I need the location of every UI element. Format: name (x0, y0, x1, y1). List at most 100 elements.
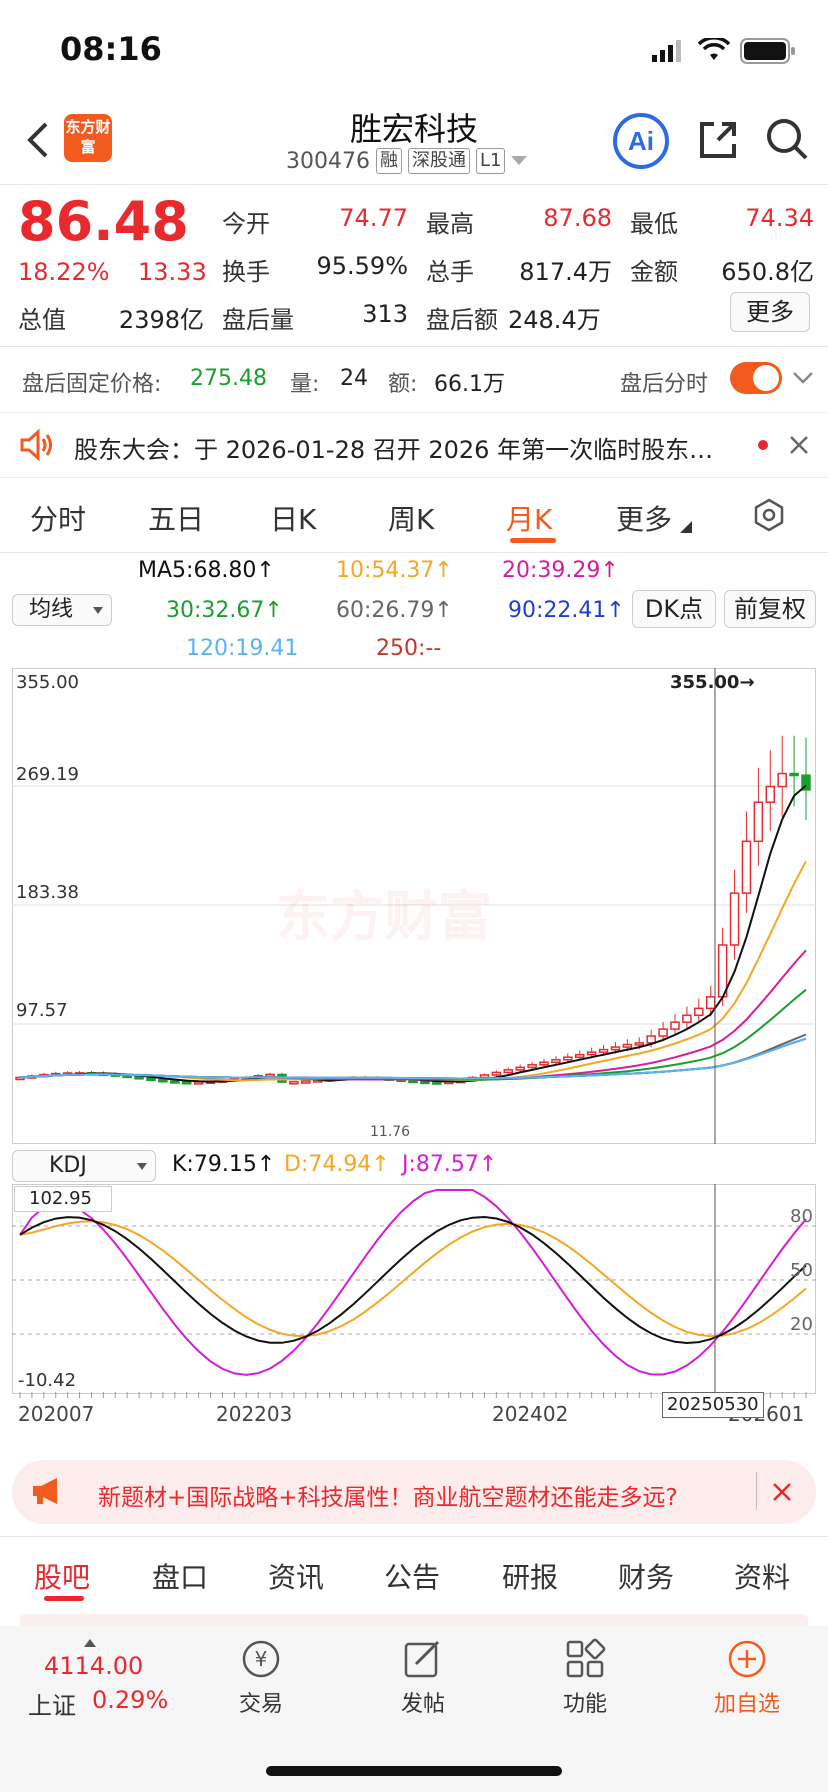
ma250-value: 250:-- (376, 636, 442, 661)
volume-label: 总手 (426, 258, 474, 286)
adjust-button[interactable]: 前复权 (724, 590, 816, 628)
candle-body (420, 1080, 430, 1085)
candle-body (622, 1043, 633, 1048)
kdj-max-label: 102.95 (14, 1186, 112, 1212)
tab-announcements[interactable]: 公告 (384, 1556, 440, 1596)
tab-five-day[interactable]: 五日 (148, 498, 204, 538)
tab-research[interactable]: 研报 (502, 1556, 558, 1596)
signal-icon (652, 40, 686, 66)
ma-selector[interactable]: 均线 (12, 594, 112, 626)
nav-function[interactable]: 功能 (535, 1686, 635, 1718)
kdj-d-value: D:74.94↑ (284, 1152, 390, 1177)
ah-vol-small-value: 24 (340, 366, 368, 391)
close-icon[interactable] (772, 1482, 792, 1506)
speaker-icon (18, 428, 54, 466)
kdj-min-label: -10.42 (18, 1370, 77, 1391)
search-icon[interactable] (764, 116, 810, 166)
high-value: 87.68 (543, 204, 612, 232)
tab-forum[interactable]: 股吧 (34, 1556, 90, 1596)
kdj-level-50: 50 (790, 1260, 813, 1281)
candle-body (563, 1056, 573, 1061)
banner-text[interactable]: 新题材+国际战略+科技属性！商业航空题材还能走多远? (98, 1478, 678, 1512)
notice-text[interactable]: 股东大会：于 2026-01-28 召开 2026 年第一次临时股东… (74, 430, 734, 465)
candle-body (789, 772, 799, 777)
candle-body (646, 1035, 656, 1044)
y-label-4: 97.57 (16, 1000, 68, 1021)
stock-code: 300476 (286, 148, 370, 174)
index-name: 上证 (28, 1692, 76, 1720)
tab-intraday[interactable]: 分时 (30, 498, 86, 538)
candle-body (170, 1080, 180, 1084)
x-label-1: 202007 (18, 1402, 95, 1426)
caret-up-icon (84, 1632, 96, 1651)
candle-body (753, 801, 764, 843)
active-tab-indicator (510, 538, 556, 543)
candle-body (610, 1046, 621, 1051)
candle-body (598, 1048, 609, 1053)
turnover-label: 换手 (222, 258, 270, 286)
candle-body (301, 1080, 311, 1084)
ah-price-value: 275.48 (190, 366, 267, 391)
tab-profile[interactable]: 资料 (734, 1556, 790, 1596)
kdj-j-value: J:87.57↑ (402, 1152, 498, 1177)
settings-gear-icon[interactable] (752, 498, 786, 536)
candle-body (432, 1081, 442, 1085)
ma-selector-label: 均线 (29, 597, 74, 622)
tag-connect: 深股通 (407, 148, 470, 174)
y-label-3: 183.38 (16, 882, 79, 903)
more-quote-button[interactable]: 更多 (730, 292, 810, 332)
index-value[interactable]: 4114.00 (44, 1652, 143, 1680)
open-label: 今开 (222, 210, 270, 238)
ma90-value: 90:22.41↑ (508, 598, 625, 623)
ma5-value: MA5:68.80↑ (138, 558, 275, 583)
candle-body (479, 1074, 490, 1079)
candle-body (741, 840, 752, 894)
candle-body (527, 1064, 537, 1069)
nav-trade[interactable]: 交易 (211, 1686, 311, 1718)
change-pct: 18.22% (18, 258, 110, 286)
ah-amt-small-label: 额: (388, 372, 418, 397)
nav-post[interactable]: 发帖 (373, 1686, 473, 1718)
stock-code-row[interactable]: 300476 融 深股通 L1 (286, 148, 528, 174)
tab-news[interactable]: 资讯 (268, 1556, 324, 1596)
ai-icon[interactable]: Ai (612, 112, 670, 174)
kdj-chart[interactable] (12, 1184, 816, 1394)
trade-icon[interactable]: ¥ (240, 1638, 282, 1684)
tab-more[interactable]: 更多 (616, 498, 672, 538)
cap-label: 总值 (18, 306, 66, 334)
post-icon[interactable] (402, 1638, 444, 1684)
candle-body (265, 1073, 275, 1078)
chevron-down-icon (137, 1163, 147, 1170)
low-label: 最低 (630, 210, 678, 238)
indicator-selector[interactable]: KDJ (12, 1150, 156, 1182)
tab-monthly-k[interactable]: 月K (506, 498, 552, 538)
home-indicator (266, 1766, 562, 1776)
add-watchlist-icon[interactable] (726, 1638, 768, 1684)
forum-tab-indicator (44, 1596, 84, 1601)
dk-point-button[interactable]: DK点 (632, 590, 716, 628)
wifi-icon (697, 36, 731, 66)
share-icon[interactable] (696, 118, 740, 166)
candle-body (729, 892, 740, 946)
tag-margin: 融 (375, 148, 402, 174)
tab-daily-k[interactable]: 日K (270, 498, 316, 538)
candle-body (551, 1058, 561, 1064)
chevron-down-icon (511, 156, 528, 165)
ah-chart-toggle[interactable] (730, 362, 782, 394)
tab-orderbook[interactable]: 盘口 (152, 1556, 208, 1596)
x-label-2: 202203 (216, 1402, 293, 1426)
candle-body (670, 1021, 680, 1030)
y-label-2: 269.19 (16, 764, 79, 785)
svg-text:¥: ¥ (255, 1647, 268, 1671)
close-icon[interactable] (788, 434, 810, 460)
function-grid-icon[interactable] (564, 1638, 606, 1684)
chevron-down-icon[interactable] (792, 370, 814, 389)
amount-label: 金额 (630, 258, 678, 286)
nav-add-watchlist[interactable]: 加自选 (697, 1686, 797, 1718)
ma30-value: 30:32.67↑ (166, 598, 283, 623)
kdj-level-80: 80 (790, 1206, 813, 1227)
chevron-down-icon (680, 518, 692, 537)
tab-weekly-k[interactable]: 周K (388, 498, 434, 538)
unread-dot-icon (758, 440, 768, 450)
tab-financials[interactable]: 财务 (618, 1556, 674, 1596)
